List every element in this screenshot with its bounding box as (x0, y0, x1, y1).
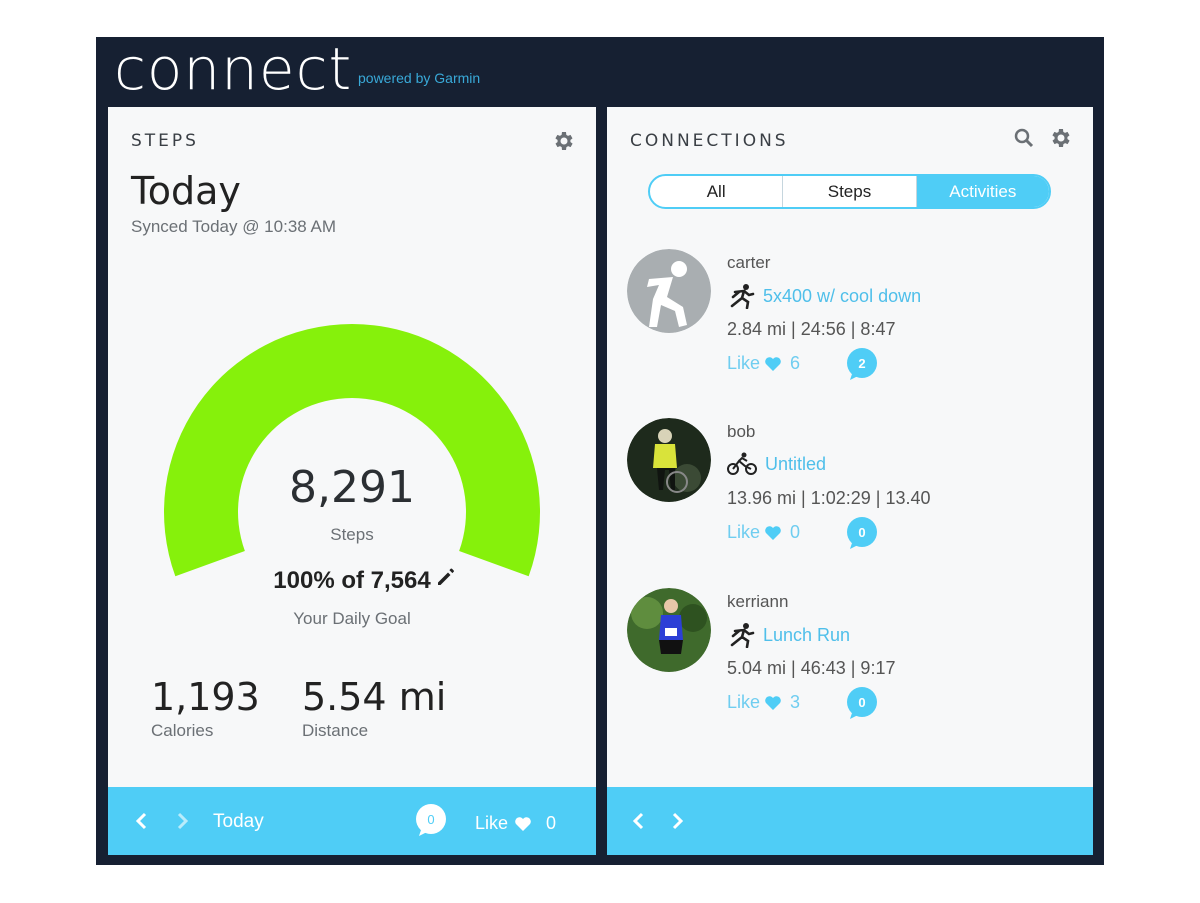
connections-panel-title: CONNECTIONS (630, 131, 789, 151)
comment-icon[interactable]: 2 (845, 347, 879, 381)
distance-stat: 5.54 mi Distance (302, 675, 446, 741)
running-icon (730, 284, 755, 309)
tab-activities[interactable]: Activities (915, 176, 1049, 207)
like-label: Like (727, 353, 761, 373)
day-title: Today (131, 169, 241, 213)
connections-panel: CONNECTIONS All Steps Activities carter (607, 107, 1093, 855)
goal-progress: 100% of 7,564 (273, 567, 431, 594)
avatar[interactable] (627, 588, 711, 672)
steps-panel: STEPS Today Synced Today @ 10:38 AM 8,29… (108, 107, 596, 855)
tab-all[interactable]: All (650, 176, 782, 207)
avatar[interactable] (627, 249, 711, 333)
connections-filter: All Steps Activities (648, 174, 1051, 209)
cycling-icon (727, 452, 757, 475)
calories-stat: 1,193 Calories (151, 675, 260, 741)
like-count: 3 (790, 692, 801, 712)
chevron-right-icon[interactable] (170, 809, 194, 833)
running-icon (730, 623, 755, 648)
edit-goal-icon[interactable] (435, 566, 457, 588)
heart-icon (515, 816, 531, 831)
distance-label: Distance (302, 721, 369, 740)
feed-item: carter 5x400 w/ cool down 2.84 mi | 24:5… (627, 249, 1077, 399)
footer-day-label: Today (213, 811, 264, 832)
heart-icon (765, 525, 781, 540)
avatar[interactable] (627, 418, 711, 502)
activity-metrics: 13.96 mi | 1:02:29 | 13.40 (727, 488, 931, 508)
like-label: Like (727, 522, 761, 542)
heart-icon (765, 356, 781, 371)
steps-gauge (163, 323, 540, 577)
app-header: connect powered by Garmin (96, 37, 1104, 107)
like-count: 6 (790, 353, 801, 373)
gear-icon[interactable] (1048, 126, 1072, 150)
activity-metrics: 5.04 mi | 46:43 | 9:17 (727, 658, 896, 678)
app-window: connect powered by Garmin STEPS Today Sy… (96, 37, 1104, 865)
steps-footer: Today 0 Like 0 (108, 787, 596, 855)
feed-username[interactable]: carter (727, 253, 770, 273)
comment-count: 2 (858, 356, 865, 371)
chevron-right-icon[interactable] (665, 809, 689, 833)
like-button[interactable]: Like 6 (727, 353, 800, 374)
goal-label: Your Daily Goal (293, 609, 411, 628)
activity-title: 5x400 w/ cool down (763, 285, 922, 306)
activity-link[interactable]: Lunch Run (727, 622, 850, 648)
like-label: Like (727, 692, 761, 712)
like-button[interactable]: Like 3 (727, 692, 800, 713)
chevron-left-icon[interactable] (130, 809, 154, 833)
search-icon[interactable] (1012, 126, 1036, 150)
comment-icon[interactable]: 0 (845, 516, 879, 550)
like-button[interactable]: Like 0 (475, 813, 556, 834)
comment-count: 0 (858, 695, 865, 710)
heart-icon (765, 695, 781, 710)
synced-timestamp: Synced Today @ 10:38 AM (131, 217, 337, 236)
connections-footer (607, 787, 1093, 855)
footer-comment-count: 0 (427, 812, 434, 827)
feed-item: bob Untitled 13.96 mi | 1:02:29 | 13.40 … (627, 418, 1077, 568)
calories-value: 1,193 (151, 675, 260, 719)
feed-item: kerriann Lunch Run 5.04 mi | 46:43 | 9:1… (627, 588, 1077, 738)
comment-icon[interactable]: 0 (414, 803, 448, 837)
like-button[interactable]: Like 0 (727, 522, 800, 543)
feed-username[interactable]: kerriann (727, 592, 788, 612)
gear-icon[interactable] (551, 129, 575, 153)
activity-metrics: 2.84 mi | 24:56 | 8:47 (727, 319, 896, 339)
steps-count: 8,291 (289, 462, 415, 513)
steps-label: Steps (330, 525, 374, 544)
activity-title: Untitled (765, 453, 827, 474)
comment-count: 0 (858, 525, 865, 540)
distance-value: 5.54 mi (302, 675, 447, 719)
like-count: 0 (546, 813, 557, 833)
comment-icon[interactable]: 0 (845, 686, 879, 720)
like-label: Like (475, 813, 509, 833)
activity-link[interactable]: 5x400 w/ cool down (727, 283, 921, 309)
steps-panel-title: STEPS (131, 131, 199, 151)
chevron-left-icon[interactable] (627, 809, 651, 833)
activity-title: Lunch Run (763, 624, 851, 645)
activity-link[interactable]: Untitled (727, 452, 826, 476)
feed-username[interactable]: bob (727, 422, 755, 442)
like-count: 0 (790, 522, 801, 542)
powered-by-text: powered by Garmin (358, 70, 481, 86)
connect-logo: connect (114, 35, 353, 103)
tab-steps[interactable]: Steps (782, 176, 915, 207)
calories-label: Calories (151, 721, 214, 740)
